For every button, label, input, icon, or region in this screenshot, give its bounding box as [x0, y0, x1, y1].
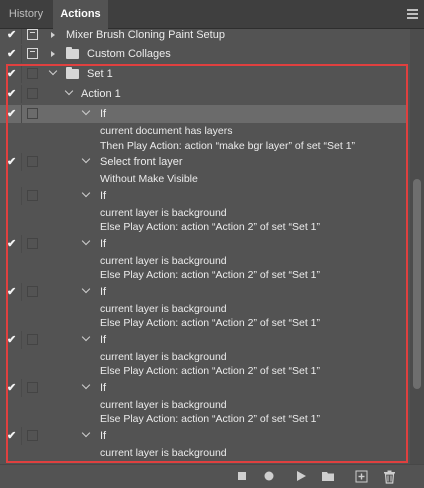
collapse-arrow-icon[interactable]: [81, 154, 91, 164]
dialog-toggle-icon[interactable]: [27, 382, 38, 393]
action-label: Action 1: [81, 88, 121, 100]
divider: [21, 379, 22, 397]
expand-arrow-icon[interactable]: [51, 51, 55, 57]
step-detail: Else Play Action: action “Action 2” of s…: [100, 413, 321, 425]
dialog-toggle-icon[interactable]: [27, 190, 38, 201]
step-detail: Else Play Action: action “Action 2” of s…: [100, 317, 321, 329]
list-item-if-2[interactable]: If: [0, 187, 407, 205]
list-item-if-7[interactable]: ✔ If: [0, 427, 407, 445]
actions-toolbar: [0, 464, 424, 488]
step-label: If: [100, 286, 107, 298]
stop-icon[interactable]: [237, 470, 247, 482]
expand-arrow-icon[interactable]: [51, 32, 55, 38]
folder-icon: [66, 47, 79, 59]
record-icon[interactable]: [263, 470, 275, 482]
panel-tab-bar: History Actions: [0, 0, 424, 29]
toggle-check-icon[interactable]: ✔: [7, 107, 17, 121]
toggle-check-icon[interactable]: ✔: [7, 333, 17, 347]
toggle-check-icon[interactable]: ✔: [7, 381, 17, 395]
list-item-if-4[interactable]: ✔ If: [0, 283, 407, 301]
dialog-toggle-icon[interactable]: [27, 29, 38, 40]
collapse-arrow-icon[interactable]: [81, 284, 91, 294]
collapse-arrow-icon[interactable]: [81, 332, 91, 342]
trash-icon[interactable]: [383, 470, 396, 484]
step-detail: Else Play Action: action “Action 2” of s…: [100, 365, 321, 377]
dialog-toggle-icon[interactable]: [27, 334, 38, 345]
divider: [21, 153, 22, 171]
toggle-check-icon[interactable]: ✔: [7, 285, 17, 299]
list-item-select-front-layer[interactable]: ✔ Select front layer: [0, 153, 407, 171]
step-detail: Without Make Visible: [100, 173, 198, 185]
toggle-check-icon[interactable]: ✔: [7, 47, 17, 61]
toggle-check-icon[interactable]: ✔: [7, 87, 17, 101]
dialog-toggle-icon[interactable]: [27, 286, 38, 297]
divider: [21, 65, 22, 83]
divider: [21, 331, 22, 349]
step-detail: Else Play Action: action “Action 2” of s…: [100, 221, 321, 233]
folder-icon[interactable]: [321, 470, 335, 482]
toggle-check-icon[interactable]: ✔: [7, 429, 17, 443]
step-label: If: [100, 190, 107, 202]
toggle-check-icon[interactable]: ✔: [7, 67, 17, 81]
action-set-label: Custom Collages: [87, 48, 171, 60]
action-set-label: Set 1: [87, 68, 113, 80]
step-detail: current layer is background: [100, 447, 227, 459]
divider: [21, 187, 22, 205]
tab-history[interactable]: History: [0, 0, 52, 28]
list-item-mixer-brush[interactable]: ✔ Mixer Brush Cloning Paint Setup: [0, 29, 407, 44]
divider: [21, 85, 22, 103]
collapse-arrow-icon[interactable]: [81, 106, 91, 116]
list-item-action-1[interactable]: ✔ Action 1: [0, 85, 407, 103]
dialog-toggle-icon[interactable]: [27, 430, 38, 441]
step-label: Select front layer: [100, 156, 183, 168]
scrollbar-thumb[interactable]: [413, 179, 421, 389]
step-label: If: [100, 108, 107, 120]
divider: [21, 427, 22, 445]
action-set-label: Mixer Brush Cloning Paint Setup: [66, 29, 225, 41]
step-label: If: [100, 382, 107, 394]
divider: [21, 235, 22, 253]
list-item-set-1[interactable]: ✔ Set 1: [0, 65, 407, 83]
scrollbar[interactable]: [410, 29, 424, 464]
step-label: If: [100, 430, 107, 442]
step-detail: Else Play Action: action “Action 2” of s…: [100, 269, 321, 281]
collapse-arrow-icon[interactable]: [81, 236, 91, 246]
list-item-if-6[interactable]: ✔ If: [0, 379, 407, 397]
play-icon[interactable]: [295, 470, 307, 482]
list-item-custom-collages[interactable]: ✔ Custom Collages: [0, 45, 407, 63]
collapse-arrow-icon[interactable]: [81, 428, 91, 438]
folder-icon: [66, 67, 79, 79]
list-item-if-1[interactable]: ✔ If: [0, 105, 407, 123]
dialog-toggle-icon[interactable]: [27, 88, 38, 99]
step-label: If: [100, 334, 107, 346]
toggle-check-icon[interactable]: ✔: [7, 155, 17, 169]
divider: [21, 105, 22, 123]
collapse-arrow-icon[interactable]: [64, 86, 74, 96]
divider: [21, 283, 22, 301]
panel-menu-icon[interactable]: [407, 9, 418, 19]
dialog-toggle-icon[interactable]: [27, 48, 38, 59]
toggle-check-icon[interactable]: ✔: [7, 237, 17, 251]
tab-actions[interactable]: Actions: [53, 0, 108, 29]
divider: [21, 29, 22, 44]
step-label: If: [100, 238, 107, 250]
dialog-toggle-icon[interactable]: [27, 156, 38, 167]
actions-list: ✔ Mixer Brush Cloning Paint Setup ✔ Cust…: [0, 29, 407, 464]
list-item-if-3[interactable]: ✔ If: [0, 235, 407, 253]
dialog-toggle-icon[interactable]: [27, 108, 38, 119]
new-action-icon[interactable]: [355, 470, 368, 483]
collapse-arrow-icon[interactable]: [81, 380, 91, 390]
list-item-if-5[interactable]: ✔ If: [0, 331, 407, 349]
collapse-arrow-icon[interactable]: [81, 188, 91, 198]
collapse-arrow-icon[interactable]: [48, 66, 58, 76]
step-detail: Then Play Action: action “make bgr layer…: [100, 140, 356, 152]
dialog-toggle-icon[interactable]: [27, 238, 38, 249]
divider: [21, 45, 22, 63]
dialog-toggle-icon[interactable]: [27, 68, 38, 79]
step-detail: current document has layers: [100, 125, 233, 137]
toggle-check-icon[interactable]: ✔: [7, 29, 17, 42]
